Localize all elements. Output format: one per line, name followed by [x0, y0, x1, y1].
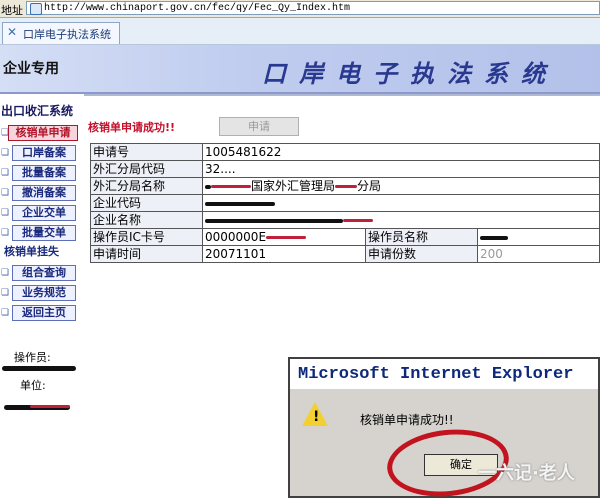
sidebar-button[interactable]: 业务规范	[12, 285, 76, 301]
value-company-name	[202, 211, 600, 229]
table-row: 外汇分局代码 32....	[90, 160, 600, 178]
table-row: 申请时间 20071101 申请份数 200	[90, 245, 600, 263]
table-row: 外汇分局名称 国家外汇管理局 分局	[90, 177, 600, 195]
sidebar-button[interactable]: 撤消备案	[12, 185, 76, 201]
sidebar-button[interactable]: 核销单挂失	[4, 245, 80, 261]
table-row: 企业代码	[90, 194, 600, 212]
success-message: 核销单申请成功!!	[88, 121, 176, 134]
value-apply-time: 20071101	[202, 245, 366, 263]
redaction-mark	[480, 235, 508, 240]
sidebar-heading: 出口收汇系统	[1, 104, 74, 118]
forex-branch-code-text: 32....	[205, 162, 236, 176]
label-forex-branch-code: 外汇分局代码	[90, 160, 203, 178]
value-forex-branch-code: 32....	[202, 160, 600, 178]
watermark: 一六记·老人	[478, 463, 575, 484]
label-apply-time: 申请时间	[90, 245, 203, 263]
tab-strip: ✕ 口岸电子执法系统	[0, 18, 600, 45]
close-icon[interactable]: ✕	[7, 26, 19, 38]
sidebar-button[interactable]: 企业交单	[12, 205, 76, 221]
label-company-code: 企业代码	[90, 194, 203, 212]
page-icon	[30, 3, 42, 15]
header-banner: 企业专用 口岸电子执法系统	[0, 45, 600, 94]
label-apply-count: 申请份数	[365, 245, 478, 263]
value-company-code	[202, 194, 600, 212]
sidebar-item-batch-filing[interactable]: ❏ 批量备案	[0, 165, 80, 183]
sidebar-item-combined-query[interactable]: ❏ 组合查询	[0, 265, 80, 283]
bullet-icon: ❏	[1, 268, 10, 278]
redaction-mark	[266, 236, 307, 239]
sidebar-item-home[interactable]: ❏ 返回主页	[0, 305, 80, 323]
sidebar-item-batch-submit[interactable]: ❏ 批量交单	[0, 225, 80, 243]
label-application-no: 申请号	[90, 143, 203, 161]
redaction-mark	[205, 201, 275, 206]
application-info-table: 申请号 1005481622 外汇分局代码 32.... 外汇分局名称 国家外汇…	[90, 143, 600, 263]
dialog-message: 核销单申请成功!!	[360, 413, 454, 427]
warning-icon-mark: !	[313, 409, 320, 425]
redaction-mark	[343, 219, 373, 222]
bullet-icon: ❏	[1, 148, 10, 158]
sidebar-button[interactable]: 批量备案	[12, 165, 76, 181]
dialog-title: Microsoft Internet Explorer	[298, 365, 574, 384]
label-operator-ic: 操作员IC卡号	[90, 228, 203, 246]
value-forex-branch-name: 国家外汇管理局 分局	[202, 177, 600, 195]
sidebar-button[interactable]: 批量交单	[12, 225, 76, 241]
dialog-title-bar[interactable]: Microsoft Internet Explorer	[290, 359, 598, 389]
bullet-icon: ❏	[1, 208, 10, 218]
label-company-name: 企业名称	[90, 211, 203, 229]
redaction-mark	[335, 185, 358, 188]
redaction-mark	[205, 218, 343, 223]
redaction-mark	[211, 185, 251, 188]
system-title: 口岸电子执法系统	[262, 59, 558, 88]
value-operator-ic: 0000000E	[202, 228, 366, 246]
sidebar-button[interactable]: 口岸备案	[12, 145, 76, 161]
forex-branch-name-mid: 国家外汇管理局	[251, 179, 336, 193]
bullet-icon: ❏	[1, 188, 10, 198]
table-row: 操作员IC卡号 0000000E 操作员名称	[90, 228, 600, 246]
sidebar-item-cancel-filing[interactable]: ❏ 撤消备案	[0, 185, 80, 203]
tab-label: 口岸电子执法系统	[23, 28, 111, 41]
sidebar-button[interactable]: 组合查询	[12, 265, 76, 281]
bullet-icon: ❏	[1, 228, 10, 238]
value-apply-count: 200	[477, 245, 600, 263]
table-row: 企业名称	[90, 211, 600, 229]
address-url[interactable]: http://www.chinaport.gov.cn/fec/qy/Fec_Q…	[44, 2, 350, 15]
apply-button[interactable]: 申请	[219, 117, 299, 136]
operator-label: 操作员:	[14, 351, 51, 364]
value-application-no: 1005481622	[202, 143, 600, 161]
operator-ic-text: 0000000E	[205, 230, 267, 244]
operator-redaction	[2, 366, 76, 371]
label-operator-name: 操作员名称	[365, 228, 478, 246]
bullet-icon: ❏	[1, 168, 10, 178]
address-input[interactable]: http://www.chinaport.gov.cn/fec/qy/Fec_Q…	[26, 1, 600, 15]
table-row: 申请号 1005481622	[90, 143, 600, 161]
sidebar-item-report-loss[interactable]: 核销单挂失	[0, 245, 80, 263]
value-operator-name	[477, 228, 600, 246]
bullet-icon: ❏	[1, 308, 10, 318]
sidebar-item-writeoff-apply[interactable]: ❏ 核销单申请	[0, 125, 80, 143]
address-label: 地址	[1, 4, 23, 17]
sidebar-item-business-rules[interactable]: ❏ 业务规范	[0, 285, 80, 303]
sidebar-button[interactable]: 返回主页	[12, 305, 76, 321]
sidebar-item-company-submit[interactable]: ❏ 企业交单	[0, 205, 80, 223]
unit-label: 单位:	[20, 379, 46, 392]
sidebar: 出口收汇系统 ❏ 核销单申请 ❏ 口岸备案 ❏ 批量备案 ❏ 撤消备案 ❏ 企业…	[0, 94, 80, 498]
user-type-label: 企业专用	[3, 61, 59, 77]
unit-redaction-red	[30, 405, 70, 408]
forex-branch-name-end: 分局	[357, 179, 382, 193]
label-forex-branch-name: 外汇分局名称	[90, 177, 203, 195]
main-top-rule	[84, 94, 600, 116]
sidebar-item-port-filing[interactable]: ❏ 口岸备案	[0, 145, 80, 163]
bullet-icon: ❏	[1, 288, 10, 298]
tab-port-system[interactable]: ✕ 口岸电子执法系统	[2, 22, 120, 44]
sidebar-button[interactable]: 核销单申请	[8, 125, 78, 141]
address-bar: 地址 http://www.chinaport.gov.cn/fec/qy/Fe…	[0, 0, 600, 18]
